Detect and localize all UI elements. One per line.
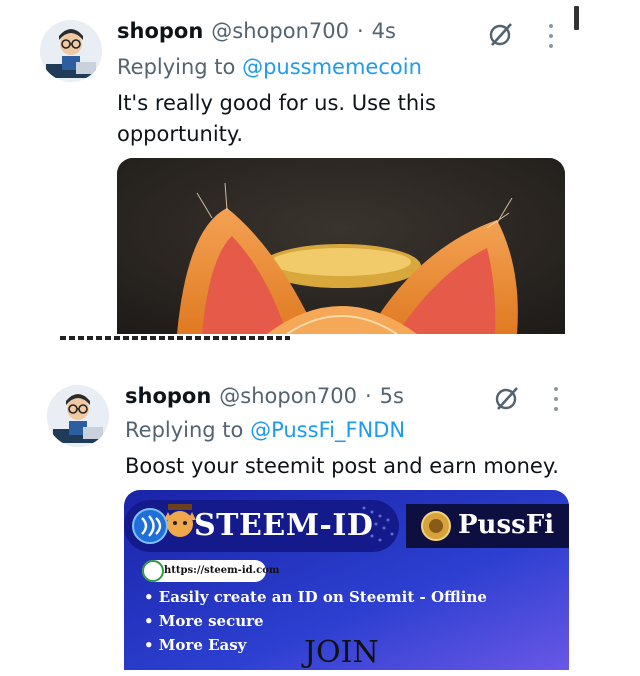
tweet-media-image[interactable] — [117, 158, 565, 334]
replying-to: Replying to @pussmemecoin — [117, 55, 422, 79]
tweet[interactable]: shopon @shopon700 · 4s Replying to @puss… — [0, 0, 640, 340]
banner-join-cta: JOIN — [304, 635, 379, 670]
replying-to-label: Replying to — [125, 418, 251, 442]
tweet-text: It's really good for us. Use this opport… — [117, 91, 436, 146]
replying-to: Replying to @PussFi_FNDN — [125, 418, 405, 442]
grok-icon[interactable] — [494, 385, 520, 411]
banner-bullet: • Easily create an ID on Steemit - Offli… — [144, 588, 487, 606]
separator-dot: · — [364, 384, 372, 408]
tweet-header: shopon @shopon700 · 4s — [117, 19, 396, 43]
separator-dot: · — [356, 19, 364, 43]
timestamp[interactable]: 4s — [372, 19, 396, 43]
developer-avatar-icon — [40, 20, 102, 82]
banner-brand: PussFi — [458, 510, 555, 540]
avatar[interactable] — [47, 385, 109, 447]
reply-mention-link[interactable]: @pussmemecoin — [242, 55, 422, 79]
user-handle[interactable]: @shopon700 — [219, 384, 357, 408]
reply-mention-link[interactable]: @PussFi_FNDN — [250, 418, 405, 442]
display-name[interactable]: shopon — [117, 19, 203, 43]
avatar[interactable] — [40, 20, 102, 82]
timestamp[interactable]: 5s — [380, 384, 404, 408]
banner-url: https://steem-id.com — [164, 565, 280, 576]
banner-title: STEEM-ID — [194, 508, 374, 543]
tweet-header: shopon @shopon700 · 5s — [125, 384, 404, 408]
developer-avatar-icon — [47, 385, 109, 447]
more-options-icon[interactable] — [553, 387, 559, 411]
display-name[interactable]: shopon — [125, 384, 211, 408]
banner-bullet: • More Easy — [144, 636, 247, 654]
cat-ears-image-icon — [117, 158, 565, 334]
banner-bullet: • More secure — [144, 612, 264, 630]
hidden-section-divider — [60, 334, 290, 342]
user-handle[interactable]: @shopon700 — [211, 19, 349, 43]
replying-to-label: Replying to — [117, 55, 243, 79]
more-options-icon[interactable] — [548, 24, 554, 48]
tweet-text: Boost your steemit post and earn money. — [125, 454, 559, 478]
grok-icon[interactable] — [488, 21, 514, 47]
tweet-media-banner[interactable]: STEEM-ID PussFi https://steem-id.com • E… — [124, 490, 569, 670]
